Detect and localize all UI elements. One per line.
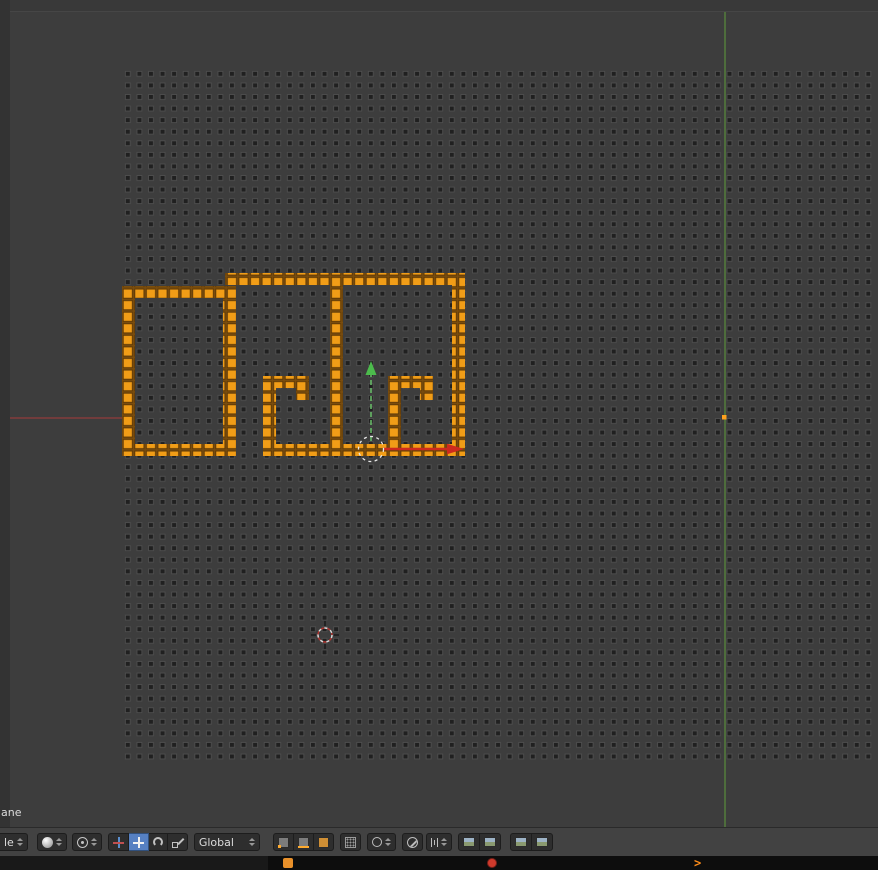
render-opengl-anim-icon — [484, 837, 497, 847]
top-editor-strip — [0, 0, 878, 12]
viewport-canvas[interactable] — [0, 0, 878, 827]
selected-vertices[interactable] — [263, 376, 309, 388]
snap-disabled-icon — [406, 836, 418, 848]
extra-button-group — [510, 833, 554, 851]
mode-dropdown[interactable]: le — [0, 833, 28, 851]
extra-view-button[interactable] — [510, 833, 533, 851]
object-name-overlay: ane — [1, 806, 22, 819]
chevron-stepper-icon — [248, 838, 255, 846]
translate-manipulator-button[interactable] — [128, 833, 149, 851]
viewport-header: le Global — [0, 827, 878, 856]
extra-view-button-2[interactable] — [532, 833, 554, 851]
occlude-geometry-button[interactable] — [339, 833, 361, 851]
scale-manipulator-icon — [171, 837, 183, 848]
manipulator-toggle-group — [107, 833, 188, 851]
rotate-manipulator-button[interactable] — [148, 833, 168, 851]
vertex-select-button[interactable] — [272, 833, 294, 851]
snap-increment-icon — [430, 837, 439, 847]
viewport-canvas-container[interactable] — [0, 0, 878, 827]
select-mode-group — [272, 833, 334, 851]
chevron-stepper-icon — [55, 838, 62, 846]
selected-vertices[interactable] — [420, 388, 433, 400]
chevron-stepper-icon — [441, 838, 448, 846]
face-select-mode-icon — [317, 836, 329, 848]
chevron-stepper-icon — [384, 838, 391, 846]
taskbar-prompt-icon[interactable]: > — [694, 856, 701, 870]
orientation-dropdown-label: Global — [198, 835, 234, 849]
edge-select-button[interactable] — [293, 833, 314, 851]
render-opengl-image-button[interactable] — [458, 833, 481, 851]
orientation-dropdown[interactable]: Global — [193, 833, 260, 851]
pivot-dropdown[interactable] — [71, 833, 102, 851]
shading-sphere-icon — [41, 836, 53, 848]
proportional-editing-icon — [371, 837, 382, 847]
snap-toggle-button[interactable] — [401, 833, 423, 851]
taskbar-app-icon[interactable] — [283, 858, 293, 868]
vertex-select-mode-icon — [277, 836, 289, 848]
left-editor-strip — [0, 0, 10, 827]
pivot-point-icon — [76, 836, 88, 848]
taskbar-record-icon[interactable] — [487, 858, 497, 868]
render-button-group — [458, 833, 502, 851]
render-opengl-image-icon — [463, 837, 476, 847]
selected-vertices[interactable] — [122, 286, 135, 456]
occlude-geometry-icon — [344, 836, 356, 848]
selected-vertices[interactable] — [388, 376, 433, 388]
taskbar-left-segment — [0, 856, 268, 870]
selected-vertices[interactable] — [225, 273, 465, 285]
shading-dropdown[interactable] — [36, 833, 67, 851]
selected-vertices[interactable] — [296, 388, 309, 400]
manipulator-axis-icon — [112, 836, 124, 848]
rotate-manipulator-icon — [152, 837, 163, 847]
manipulator-toggle-button[interactable] — [107, 833, 129, 851]
mode-dropdown-label: le — [4, 835, 14, 849]
translate-manipulator-icon — [132, 836, 144, 848]
snap-element-dropdown[interactable] — [425, 833, 453, 851]
selected-vertices[interactable] — [452, 273, 465, 456]
scale-manipulator-button[interactable] — [167, 833, 188, 851]
render-opengl-anim-button[interactable] — [480, 833, 502, 851]
os-taskbar: > — [0, 856, 878, 870]
viewport-3d[interactable]: ane — [0, 0, 878, 827]
selected-vertices[interactable] — [223, 286, 236, 456]
selected-vertices[interactable] — [122, 444, 236, 456]
face-select-button[interactable] — [313, 833, 334, 851]
object-origin-dot — [722, 415, 727, 420]
proportional-edit-dropdown[interactable] — [366, 833, 396, 851]
picture-icon — [536, 837, 549, 847]
selected-vertices[interactable] — [330, 273, 343, 456]
selected-vertices[interactable] — [122, 286, 236, 298]
selected-vertices[interactable] — [388, 388, 401, 456]
picture-icon — [515, 837, 528, 847]
chevron-stepper-icon — [90, 838, 97, 846]
edge-select-mode-icon — [297, 836, 309, 848]
chevron-stepper-icon — [16, 838, 23, 846]
